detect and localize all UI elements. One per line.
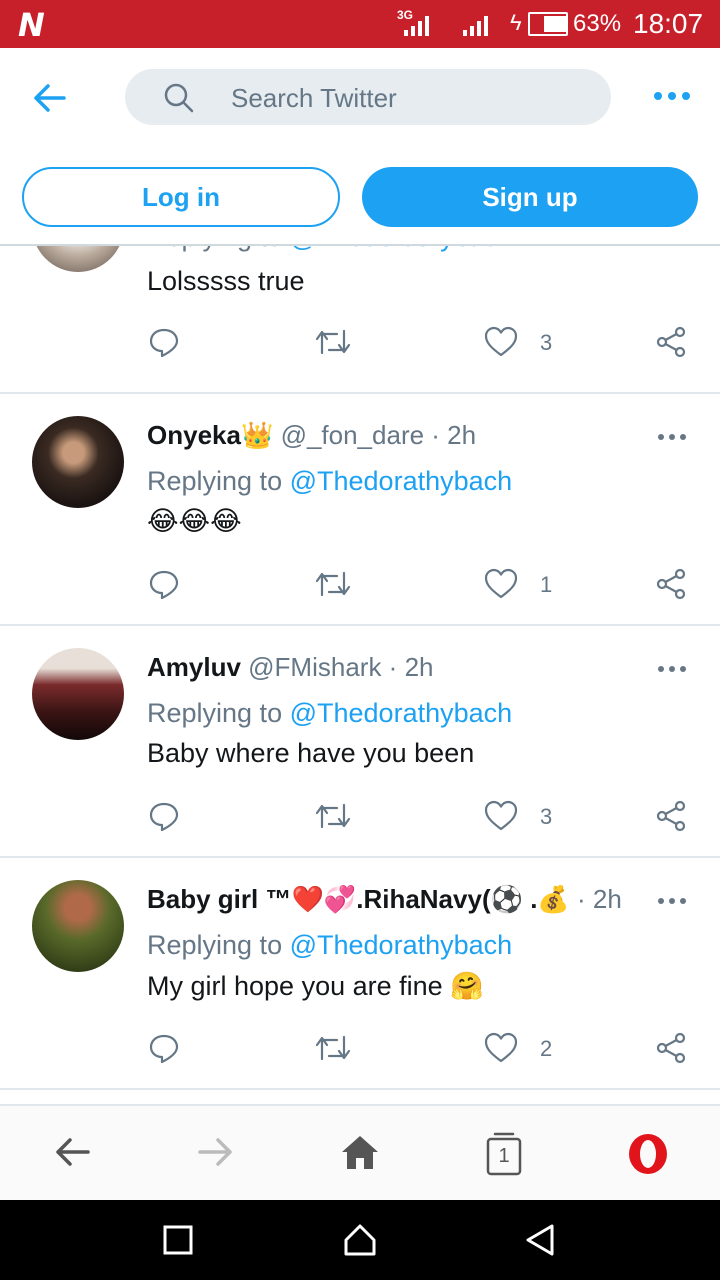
tabs-button[interactable]: 1 bbox=[486, 1132, 522, 1176]
like-count: 1 bbox=[540, 572, 553, 597]
recents-icon[interactable] bbox=[162, 1224, 194, 1256]
search-placeholder: Search Twitter bbox=[231, 83, 397, 113]
tab-count: 1 bbox=[498, 1145, 510, 1167]
like-icon[interactable] bbox=[484, 326, 518, 358]
tweet-item[interactable]: Baby girl ™❤️💞.RihaNavy(⚽ .💰 · 2h Replyi… bbox=[0, 858, 720, 1090]
tweet-actions: 3 bbox=[0, 800, 720, 840]
tweet-time: 2h bbox=[404, 652, 434, 682]
browser-forward-icon[interactable] bbox=[196, 1128, 234, 1176]
tweet-actions: 1 bbox=[0, 568, 720, 608]
tweet-more-icon[interactable] bbox=[658, 434, 688, 444]
display-name[interactable]: Baby girl ™❤️💞.RihaNavy(⚽ .💰 bbox=[147, 884, 570, 914]
retweet-icon[interactable] bbox=[314, 1032, 352, 1064]
retweet-icon[interactable] bbox=[314, 568, 352, 600]
replying-to: Replying to @Thedorathybach bbox=[147, 466, 513, 496]
tweet-text: 😂😂😂 bbox=[147, 506, 242, 536]
system-nav-bar bbox=[0, 1200, 720, 1280]
tweet-time: 2h bbox=[592, 884, 622, 914]
tweet-item[interactable]: Amyluv @FMishark · 2h Replying to @Thedo… bbox=[0, 626, 720, 858]
signup-button[interactable]: Sign up bbox=[362, 167, 698, 227]
tweet-text: Baby where have you been bbox=[147, 738, 475, 768]
charging-icon: ϟ bbox=[510, 10, 522, 35]
like-icon[interactable] bbox=[484, 800, 518, 832]
browser-bottom-nav: 1 bbox=[0, 1104, 720, 1200]
browser-back-icon[interactable] bbox=[54, 1128, 92, 1176]
reply-icon[interactable] bbox=[148, 568, 180, 600]
reply-icon[interactable] bbox=[148, 326, 180, 358]
user-line: Onyeka👑 @_fon_dare · 2h bbox=[147, 420, 477, 450]
share-icon[interactable] bbox=[655, 326, 687, 358]
user-handle[interactable]: @_fon_dare bbox=[281, 420, 425, 450]
display-name[interactable]: Onyeka bbox=[147, 420, 241, 450]
retweet-icon[interactable] bbox=[314, 800, 352, 832]
tweet-more-icon[interactable] bbox=[658, 666, 688, 676]
back-arrow-icon[interactable] bbox=[30, 78, 70, 118]
tweet-more-icon[interactable] bbox=[658, 898, 688, 908]
share-icon[interactable] bbox=[655, 568, 687, 600]
home-system-icon[interactable] bbox=[342, 1222, 378, 1258]
battery-icon bbox=[528, 12, 568, 36]
like-count: 3 bbox=[540, 804, 553, 829]
like-icon[interactable] bbox=[484, 568, 518, 600]
like-count: 3 bbox=[540, 330, 553, 355]
n-app-logo-icon: N bbox=[18, 6, 45, 44]
home-icon[interactable] bbox=[340, 1128, 380, 1176]
battery-percent: 63% bbox=[573, 10, 622, 37]
avatar[interactable] bbox=[32, 648, 124, 740]
tweet-actions: 2 bbox=[0, 1032, 720, 1072]
like-count: 2 bbox=[540, 1036, 553, 1061]
replying-to: Replying to @Thedorathybach bbox=[147, 930, 513, 960]
clock: 18:07 bbox=[633, 8, 704, 39]
display-name[interactable]: Amyluv bbox=[147, 652, 241, 682]
status-bar: N 3G ϟ 63% 18:07 bbox=[0, 0, 720, 48]
share-icon[interactable] bbox=[655, 1032, 687, 1064]
tweet-text: My girl hope you are fine 🤗 bbox=[147, 971, 484, 1001]
opera-menu-icon[interactable] bbox=[626, 1132, 670, 1176]
share-icon[interactable] bbox=[655, 800, 687, 832]
tweet-time: 2h bbox=[447, 420, 477, 450]
retweet-icon[interactable] bbox=[314, 326, 352, 358]
tweet-text: Lolsssss true bbox=[147, 266, 305, 296]
avatar[interactable] bbox=[32, 416, 124, 508]
replies-feed[interactable]: Replying to @Thedorathybach Lolsssss tru… bbox=[0, 198, 720, 1104]
more-options-icon[interactable] bbox=[652, 84, 692, 108]
signal-icon bbox=[404, 14, 434, 36]
reply-handle-link[interactable]: @Thedorathybach bbox=[290, 698, 513, 728]
twitter-header: Search Twitter Log in Sign up bbox=[0, 48, 720, 246]
tweet-item[interactable]: Onyeka👑 @_fon_dare · 2h Replying to @The… bbox=[0, 394, 720, 626]
user-line: Amyluv @FMishark · 2h bbox=[147, 652, 434, 682]
reply-handle-link[interactable]: @Thedorathybach bbox=[290, 466, 513, 496]
search-icon bbox=[164, 83, 194, 113]
like-icon[interactable] bbox=[484, 1032, 518, 1064]
reply-icon[interactable] bbox=[148, 1032, 180, 1064]
reply-icon[interactable] bbox=[148, 800, 180, 832]
crown-emoji: 👑 bbox=[240, 420, 274, 450]
tweet-actions: 3 bbox=[0, 326, 720, 366]
user-line: Baby girl ™❤️💞.RihaNavy(⚽ .💰 · 2h bbox=[147, 884, 622, 914]
login-button[interactable]: Log in bbox=[22, 167, 340, 227]
user-handle[interactable]: @FMishark bbox=[248, 652, 381, 682]
reply-handle-link[interactable]: @Thedorathybach bbox=[290, 930, 513, 960]
avatar[interactable] bbox=[32, 880, 124, 972]
search-input[interactable]: Search Twitter bbox=[125, 69, 611, 125]
replying-to: Replying to @Thedorathybach bbox=[147, 698, 513, 728]
signal-icon-2 bbox=[463, 14, 493, 36]
back-system-icon[interactable] bbox=[522, 1222, 558, 1258]
